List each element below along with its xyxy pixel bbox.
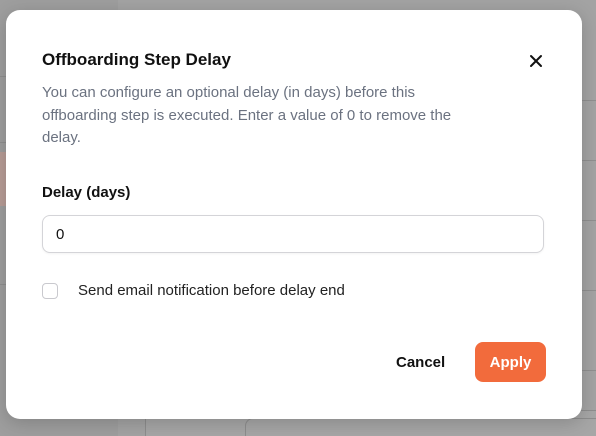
notification-option: Send email notification before delay end	[42, 282, 345, 299]
delay-days-input[interactable]	[42, 215, 544, 253]
delay-field-label: Delay (days)	[42, 184, 131, 201]
background-divider	[582, 290, 596, 291]
background-divider	[582, 370, 596, 371]
background-divider	[582, 220, 596, 221]
background-divider	[582, 100, 596, 101]
apply-button[interactable]: Apply	[475, 342, 546, 382]
email-notification-label[interactable]: Send email notification before delay end	[78, 282, 345, 299]
dialog-description: You can configure an optional delay (in …	[42, 84, 452, 146]
background-card	[245, 418, 596, 436]
dialog-title: Offboarding Step Delay	[42, 50, 231, 69]
close-icon	[530, 55, 542, 67]
background-divider	[582, 160, 596, 161]
close-button[interactable]	[525, 50, 547, 72]
email-notification-checkbox[interactable]	[42, 282, 58, 299]
cancel-button[interactable]: Cancel	[382, 342, 459, 382]
offboarding-delay-dialog: Offboarding Step Delay You can configure…	[6, 10, 582, 419]
